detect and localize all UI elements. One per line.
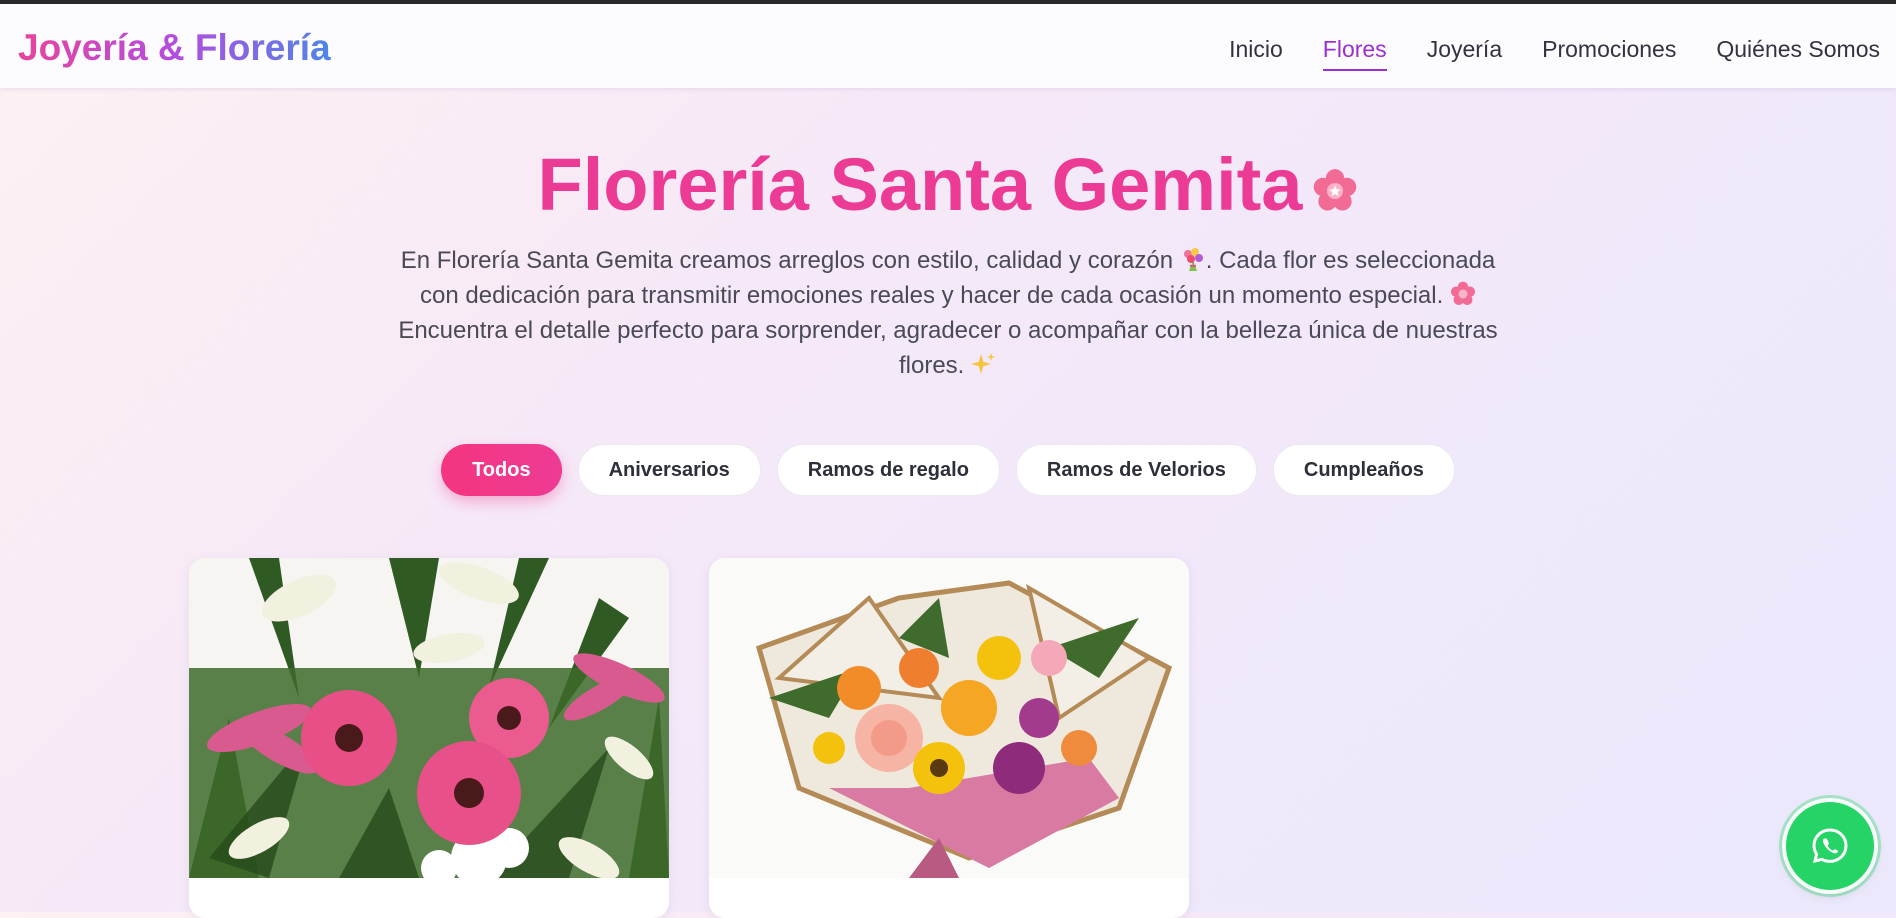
hero-description-part-3: Encuentra el detalle perfecto para sorpr…: [398, 317, 1498, 379]
product-card[interactable]: [189, 558, 669, 918]
product-image-lilies-gerberas[interactable]: [189, 558, 669, 878]
nav-link-inicio[interactable]: Inicio: [1229, 34, 1283, 64]
filter-aniversarios[interactable]: Aniversarios: [577, 444, 761, 496]
nav-link-flores[interactable]: Flores: [1322, 34, 1387, 71]
cherry-blossom-icon: [1450, 281, 1475, 306]
hero-description-part-1: En Florería Santa Gemita creamos arreglo…: [400, 247, 1174, 274]
nav-link-promociones[interactable]: Promociones: [1542, 34, 1676, 64]
filter-todos[interactable]: Todos: [441, 444, 562, 496]
product-image-mixed-bouquet[interactable]: [709, 558, 1189, 878]
page-title: Florería Santa Gemita: [0, 140, 1896, 230]
whatsapp-button[interactable]: [1786, 802, 1874, 890]
nav-link-quienes-somos[interactable]: Quiénes Somos: [1716, 34, 1880, 64]
cherry-blossom-icon: [1314, 169, 1357, 211]
hero-description: En Florería Santa Gemita creamos arreglo…: [380, 243, 1516, 383]
whatsapp-icon: [1812, 828, 1848, 864]
bouquet-icon: [1183, 248, 1203, 271]
category-filters: Todos Aniversarios Ramos de regalo Ramos…: [0, 444, 1896, 496]
filter-ramos-de-velorios[interactable]: Ramos de Velorios: [1015, 444, 1257, 496]
sparkles-icon: [971, 353, 996, 374]
product-card[interactable]: [709, 558, 1189, 918]
brand-logo[interactable]: Joyería & Florería: [18, 26, 331, 70]
site-header: Joyería & Florería Inicio Flores Joyería…: [0, 4, 1896, 88]
filter-cumpleanos[interactable]: Cumpleaños: [1272, 444, 1455, 496]
page-title-text: Florería Santa Gemita: [537, 143, 1303, 226]
main-nav: Inicio Flores Joyería Promociones Quiéne…: [1189, 34, 1880, 71]
nav-link-joyeria[interactable]: Joyería: [1427, 34, 1502, 64]
filter-ramos-de-regalo[interactable]: Ramos de regalo: [776, 444, 1000, 496]
